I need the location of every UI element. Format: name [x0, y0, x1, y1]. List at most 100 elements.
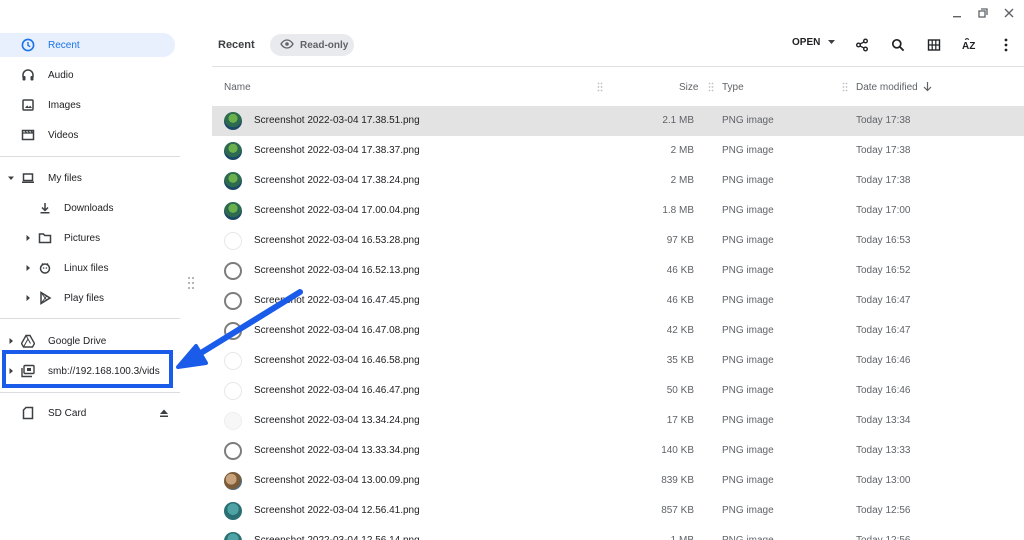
file-type: PNG image: [722, 325, 774, 336]
read-only-label: Read-only: [300, 39, 349, 51]
close-icon[interactable]: [1002, 6, 1016, 20]
sidebar-item-pictures[interactable]: Pictures: [0, 226, 180, 250]
file-type: PNG image: [722, 295, 774, 306]
column-resize-icon[interactable]: [597, 82, 603, 92]
share-icon[interactable]: [853, 36, 871, 54]
file-type: PNG image: [722, 205, 774, 216]
search-icon[interactable]: [889, 36, 907, 54]
file-thumbnail-icon: [224, 382, 242, 400]
sidebar-item-sd-card[interactable]: SD Card: [0, 401, 180, 425]
sidebar-item-label: My files: [48, 172, 82, 184]
file-name: Screenshot 2022-03-04 17.38.37.png: [254, 145, 420, 156]
sidebar-item-play-files[interactable]: Play files: [0, 286, 180, 310]
expand-arrow-icon[interactable]: [8, 175, 14, 181]
column-header-date[interactable]: Date modified: [856, 82, 918, 93]
sidebar-item-my-files[interactable]: My files: [0, 166, 180, 190]
file-row[interactable]: Screenshot 2022-03-04 16.47.08.png 42 KB P…: [212, 316, 1024, 346]
file-date: Today 16:46: [856, 355, 911, 366]
file-size: 42 KB: [666, 325, 694, 336]
file-name: Screenshot 2022-03-04 12.56.14.png: [254, 535, 420, 540]
file-type: PNG image: [722, 115, 774, 126]
sidebar-item-images[interactable]: Images: [0, 93, 175, 117]
column-header-size[interactable]: Size: [679, 82, 698, 93]
restore-icon[interactable]: [976, 6, 990, 20]
column-header-type[interactable]: Type: [722, 82, 744, 93]
column-resize-icon[interactable]: [842, 82, 848, 92]
file-date: Today 16:46: [856, 385, 911, 396]
file-size: 17 KB: [666, 415, 694, 426]
toolbar: Recent Read-only OPEN AZ: [212, 30, 1024, 62]
panel-resize-handle[interactable]: [187, 276, 195, 290]
file-name: Screenshot 2022-03-04 16.53.28.png: [254, 235, 420, 246]
expand-arrow-icon[interactable]: [25, 235, 31, 241]
laptop-icon: [20, 170, 36, 186]
file-date: Today 17:00: [856, 205, 911, 216]
sidebar: Recent Audio Images Videos My files Down…: [0, 0, 190, 540]
sidebar-item-label: Linux files: [64, 262, 109, 274]
sidebar-item-recent[interactable]: Recent: [0, 33, 175, 57]
file-date: Today 16:52: [856, 265, 911, 276]
file-name: Screenshot 2022-03-04 17.38.51.png: [254, 115, 420, 126]
file-size: 50 KB: [666, 385, 694, 396]
expand-arrow-icon[interactable]: [8, 338, 14, 344]
file-row[interactable]: Screenshot 2022-03-04 17.38.24.png 2 MB PN…: [212, 166, 1024, 196]
sidebar-item-audio[interactable]: Audio: [0, 63, 175, 87]
file-row[interactable]: Screenshot 2022-03-04 16.46.58.png 35 KB P…: [212, 346, 1024, 376]
sort-descending-icon[interactable]: [923, 82, 933, 92]
file-date: Today 13:33: [856, 445, 911, 456]
file-row[interactable]: Screenshot 2022-03-04 12.56.41.png 857 KB…: [212, 496, 1024, 526]
file-row[interactable]: Screenshot 2022-03-04 13.33.34.png 140 KB…: [212, 436, 1024, 466]
file-row[interactable]: Screenshot 2022-03-04 17.38.51.png 2.1 MB…: [212, 106, 1024, 136]
breadcrumb[interactable]: Recent: [218, 39, 255, 51]
file-name: Screenshot 2022-03-04 17.00.04.png: [254, 205, 420, 216]
expand-arrow-icon[interactable]: [25, 295, 31, 301]
file-row[interactable]: Screenshot 2022-03-04 17.38.37.png 2 MB PN…: [212, 136, 1024, 166]
sidebar-item-label: Audio: [48, 69, 74, 81]
sidebar-item-label: Google Drive: [48, 335, 107, 347]
file-date: Today 12:56: [856, 505, 911, 516]
file-name: Screenshot 2022-03-04 13.34.24.png: [254, 415, 420, 426]
file-date: Today 16:47: [856, 295, 911, 306]
clock-icon: [20, 37, 36, 53]
file-name: Screenshot 2022-03-04 16.46.47.png: [254, 385, 420, 396]
sidebar-item-linux-files[interactable]: Linux files: [0, 256, 180, 280]
file-type: PNG image: [722, 385, 774, 396]
open-button[interactable]: OPEN: [792, 37, 836, 48]
column-header-name[interactable]: Name: [224, 82, 251, 93]
file-row[interactable]: Screenshot 2022-03-04 12.56.14.png 1 MB PN…: [212, 526, 1024, 540]
file-thumbnail-icon: [224, 322, 242, 340]
sidebar-item-label: Downloads: [64, 202, 114, 214]
file-row[interactable]: Screenshot 2022-03-04 16.46.47.png 50 KB P…: [212, 376, 1024, 406]
file-thumbnail-icon: [224, 292, 242, 310]
file-row[interactable]: Screenshot 2022-03-04 16.53.28.png 97 KB P…: [212, 226, 1024, 256]
file-date: Today 17:38: [856, 145, 911, 156]
column-resize-icon[interactable]: [708, 82, 714, 92]
file-size: 2 MB: [670, 175, 694, 186]
expand-arrow-icon[interactable]: [25, 265, 31, 271]
file-size: 46 KB: [666, 295, 694, 306]
file-thumbnail-icon: [224, 442, 242, 460]
file-row[interactable]: Screenshot 2022-03-04 17.00.04.png 1.8 MB…: [212, 196, 1024, 226]
file-row[interactable]: Screenshot 2022-03-04 13.34.24.png 17 KB P…: [212, 406, 1024, 436]
sort-az-icon[interactable]: AZ: [961, 36, 979, 54]
file-row[interactable]: Screenshot 2022-03-04 16.52.13.png 46 KB P…: [212, 256, 1024, 286]
grid-view-icon[interactable]: [925, 36, 943, 54]
file-row[interactable]: Screenshot 2022-03-04 13.00.09.png 839 KB…: [212, 466, 1024, 496]
minimize-icon[interactable]: [950, 6, 964, 20]
sidebar-item-downloads[interactable]: Downloads: [0, 196, 180, 220]
file-date: Today 17:38: [856, 115, 911, 126]
eject-icon[interactable]: [158, 407, 170, 419]
file-thumbnail-icon: [224, 412, 242, 430]
file-date: Today 17:38: [856, 175, 911, 186]
file-name: Screenshot 2022-03-04 17.38.24.png: [254, 175, 420, 186]
file-name: Screenshot 2022-03-04 13.00.09.png: [254, 475, 420, 486]
file-size: 857 KB: [661, 505, 694, 516]
file-size: 140 KB: [661, 445, 694, 456]
file-size: 35 KB: [666, 355, 694, 366]
file-row[interactable]: Screenshot 2022-03-04 16.47.45.png 46 KB P…: [212, 286, 1024, 316]
folder-icon: [37, 230, 53, 246]
file-type: PNG image: [722, 535, 774, 540]
sidebar-item-videos[interactable]: Videos: [0, 123, 175, 147]
file-type: PNG image: [722, 475, 774, 486]
more-menu-icon[interactable]: [997, 36, 1015, 54]
